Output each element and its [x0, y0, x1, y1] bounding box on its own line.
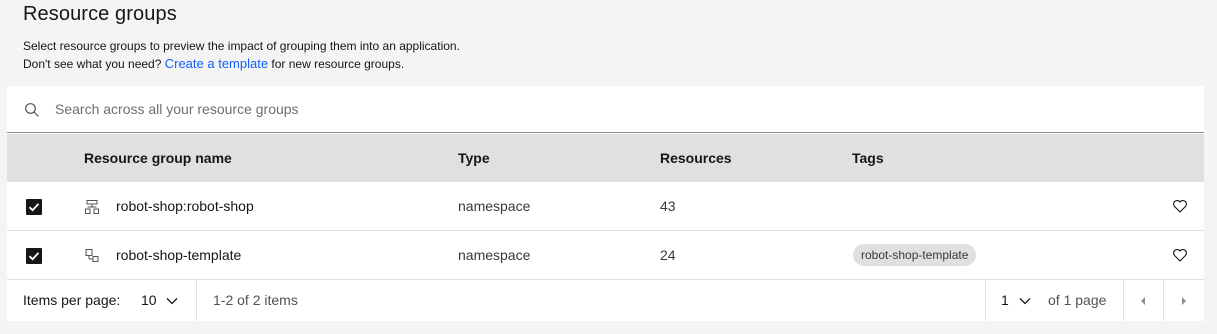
table-row[interactable]: robot-shop:robot-shop namespace 43	[7, 182, 1204, 231]
resource-group-type: namespace	[458, 198, 531, 214]
divider	[985, 280, 986, 321]
table-header: Resource group name Type Resources Tags	[7, 134, 1204, 182]
template-icon	[85, 249, 99, 262]
caret-right-icon	[1182, 297, 1186, 305]
page-total-text: of 1 page	[1048, 292, 1107, 308]
page-value: 1	[1001, 292, 1009, 308]
chevron-down-icon	[167, 298, 178, 305]
resource-groups-table: Resource group name Type Resources Tags …	[7, 86, 1204, 321]
description-line-2: Don't see what you need? Create a templa…	[23, 55, 460, 73]
search-input[interactable]	[55, 86, 1185, 132]
checkmark-icon	[28, 203, 40, 212]
row-checkbox[interactable]	[26, 199, 42, 215]
resource-group-name[interactable]: robot-shop-template	[116, 231, 241, 279]
item-range-text: 1-2 of 2 items	[213, 292, 298, 308]
column-header-resources[interactable]: Resources	[660, 134, 732, 182]
description-prefix: Don't see what you need?	[23, 57, 162, 71]
heart-icon[interactable]	[1172, 247, 1188, 263]
cluster-icon	[85, 200, 99, 214]
search-icon	[25, 103, 39, 117]
checkmark-icon	[28, 252, 40, 261]
pagination: Items per page: 10 1-2 of 2 items 1 of 1…	[7, 280, 1204, 321]
tag-badge[interactable]: robot-shop-template	[853, 244, 977, 266]
items-per-page-value: 10	[141, 292, 157, 308]
heart-icon[interactable]	[1172, 198, 1188, 214]
create-template-link[interactable]: Create a template	[165, 56, 268, 71]
chevron-down-icon	[1019, 298, 1031, 305]
items-per-page-label: Items per page:	[23, 292, 121, 308]
page-description: Select resource groups to preview the im…	[23, 37, 460, 73]
table-row[interactable]: robot-shop-template namespace 24 robot-s…	[7, 231, 1204, 280]
search-bar	[7, 86, 1204, 133]
resource-count: 43	[660, 198, 676, 214]
page-title: Resource groups	[23, 3, 177, 25]
items-per-page-select[interactable]: 10	[141, 280, 178, 321]
column-header-name[interactable]: Resource group name	[84, 134, 232, 182]
row-checkbox[interactable]	[26, 248, 42, 264]
resource-group-type: namespace	[458, 247, 531, 263]
caret-left-icon	[1141, 297, 1145, 305]
resource-count: 24	[660, 247, 676, 263]
next-page-button[interactable]	[1164, 280, 1204, 321]
divider	[196, 280, 197, 321]
description-suffix: for new resource groups.	[271, 57, 405, 71]
description-line-1: Select resource groups to preview the im…	[23, 39, 460, 53]
column-header-type[interactable]: Type	[458, 134, 490, 182]
page-select[interactable]: 1	[1001, 280, 1031, 321]
previous-page-button[interactable]	[1123, 280, 1163, 321]
resource-group-name[interactable]: robot-shop:robot-shop	[116, 182, 254, 230]
column-header-tags[interactable]: Tags	[852, 134, 884, 182]
